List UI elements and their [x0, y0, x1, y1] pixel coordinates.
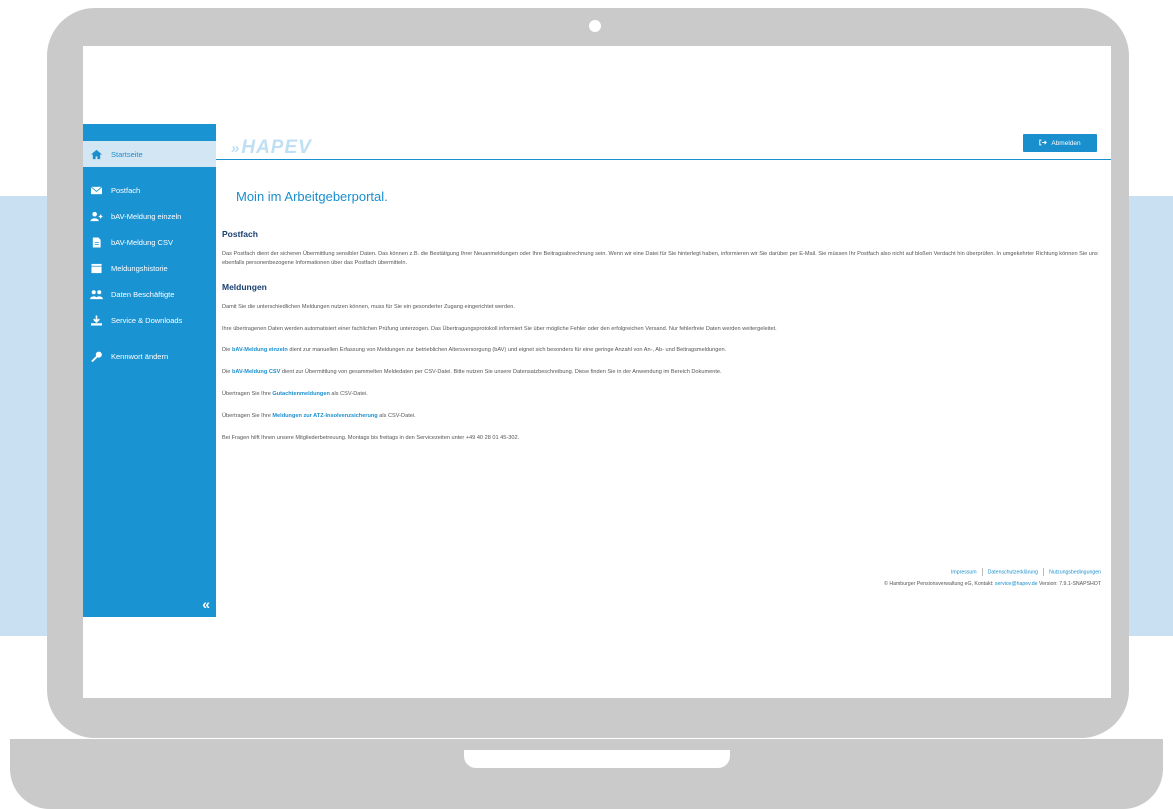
service-email-link[interactable]: service@hapev.de: [995, 581, 1038, 587]
meldungen-paragraph-4: Die bAV-Meldung CSV dient zur Übermittlu…: [222, 369, 722, 375]
datenschutz-link[interactable]: Datenschutzerklärung: [988, 569, 1038, 575]
bav-meldung-einzeln-link[interactable]: bAV-Meldung einzeln: [232, 347, 288, 353]
logout-button[interactable]: Abmelden: [1023, 134, 1097, 152]
footer-links: Impressum Datenschutzerklärung Nutzungsbed…: [951, 568, 1101, 576]
footer-separator: [981, 568, 983, 576]
history-icon: [89, 262, 103, 274]
sidebar-item-daten-beschaeftigte[interactable]: Daten Beschäftigte: [83, 281, 216, 307]
sidebar: Startseite Postfach bAV-Meldung einzeln …: [83, 124, 216, 617]
users-icon: [89, 288, 103, 300]
impressum-link[interactable]: Impressum: [951, 569, 977, 575]
add-user-icon: [89, 210, 103, 222]
atz-insolvenzsicherung-link[interactable]: Meldungen zur ATZ-Insolvenzsicherung: [272, 413, 377, 419]
download-icon: [89, 314, 103, 326]
postfach-heading: Postfach: [222, 229, 258, 239]
sidebar-item-label: Startseite: [111, 149, 143, 159]
sidebar-item-label: Service & Downloads: [111, 315, 183, 325]
meldungen-paragraph-7: Bei Fragen hilft Ihnen unsere Mitglieder…: [222, 435, 520, 441]
sidebar-item-label: Meldungshistorie: [111, 263, 168, 273]
sidebar-item-meldungshistorie[interactable]: Meldungshistorie: [83, 255, 216, 281]
postfach-text: Das Postfach dient der sicheren Übermitt…: [222, 251, 1098, 266]
sidebar-item-label: Daten Beschäftigte: [111, 289, 175, 299]
home-icon: [89, 148, 103, 160]
meldungen-paragraph-6: Übertragen Sie Ihre Meldungen zur ATZ-In…: [222, 413, 416, 419]
logout-icon: [1039, 139, 1048, 148]
meldungen-paragraph-3: Die bAV-Meldung einzeln dient zur manuel…: [222, 347, 727, 353]
laptop-notch: [464, 750, 730, 768]
sidebar-item-bav-meldung-csv[interactable]: bAV-Meldung CSV: [83, 229, 216, 255]
sidebar-item-service-downloads[interactable]: Service & Downloads: [83, 307, 216, 333]
logo-text: HAPEV: [241, 137, 312, 158]
header-divider: [216, 159, 1111, 160]
key-icon: [89, 350, 103, 362]
sidebar-item-label: Kennwort ändern: [111, 351, 169, 361]
hapev-logo: »HAPEV: [231, 137, 312, 158]
meldungen-heading: Meldungen: [222, 282, 267, 292]
file-icon: [89, 236, 103, 248]
sidebar-item-bav-meldung-einzeln[interactable]: bAV-Meldung einzeln: [83, 203, 216, 229]
sidebar-item-postfach[interactable]: Postfach: [83, 177, 216, 203]
page-title: Moin im Arbeitgeberportal.: [236, 189, 388, 204]
mail-icon: [89, 184, 103, 196]
footer-copyright: © Hamburger Pensionsverwaltung eG, Konta…: [884, 581, 1101, 587]
bav-meldung-csv-link[interactable]: bAV-Meldung CSV: [232, 369, 280, 375]
logout-label: Abmelden: [1051, 139, 1081, 147]
meldungen-paragraph-1: Damit Sie die unterschiedlichen Meldunge…: [222, 304, 515, 310]
sidebar-item-label: Postfach: [111, 185, 141, 195]
meldungen-paragraph-5: Übertragen Sie Ihre Gutachtenmeldungen a…: [222, 391, 368, 397]
laptop-screen: Startseite Postfach bAV-Meldung einzeln …: [83, 46, 1111, 698]
meldungen-paragraph-2: Ihre übertragenen Daten werden automatis…: [222, 326, 777, 332]
footer-separator: [1043, 568, 1045, 576]
sidebar-item-label: bAV-Meldung einzeln: [111, 211, 182, 221]
gutachtenmeldungen-link[interactable]: Gutachtenmeldungen: [272, 391, 330, 397]
sidebar-item-kennwort-aendern[interactable]: Kennwort ändern: [83, 343, 216, 369]
sidebar-item-label: bAV-Meldung CSV: [111, 237, 173, 247]
sidebar-collapse-button[interactable]: «: [202, 597, 210, 611]
laptop-camera: [589, 20, 601, 32]
nutzungsbedingungen-link[interactable]: Nutzungsbedingungen: [1049, 569, 1101, 575]
sidebar-item-startseite[interactable]: Startseite: [83, 141, 216, 167]
